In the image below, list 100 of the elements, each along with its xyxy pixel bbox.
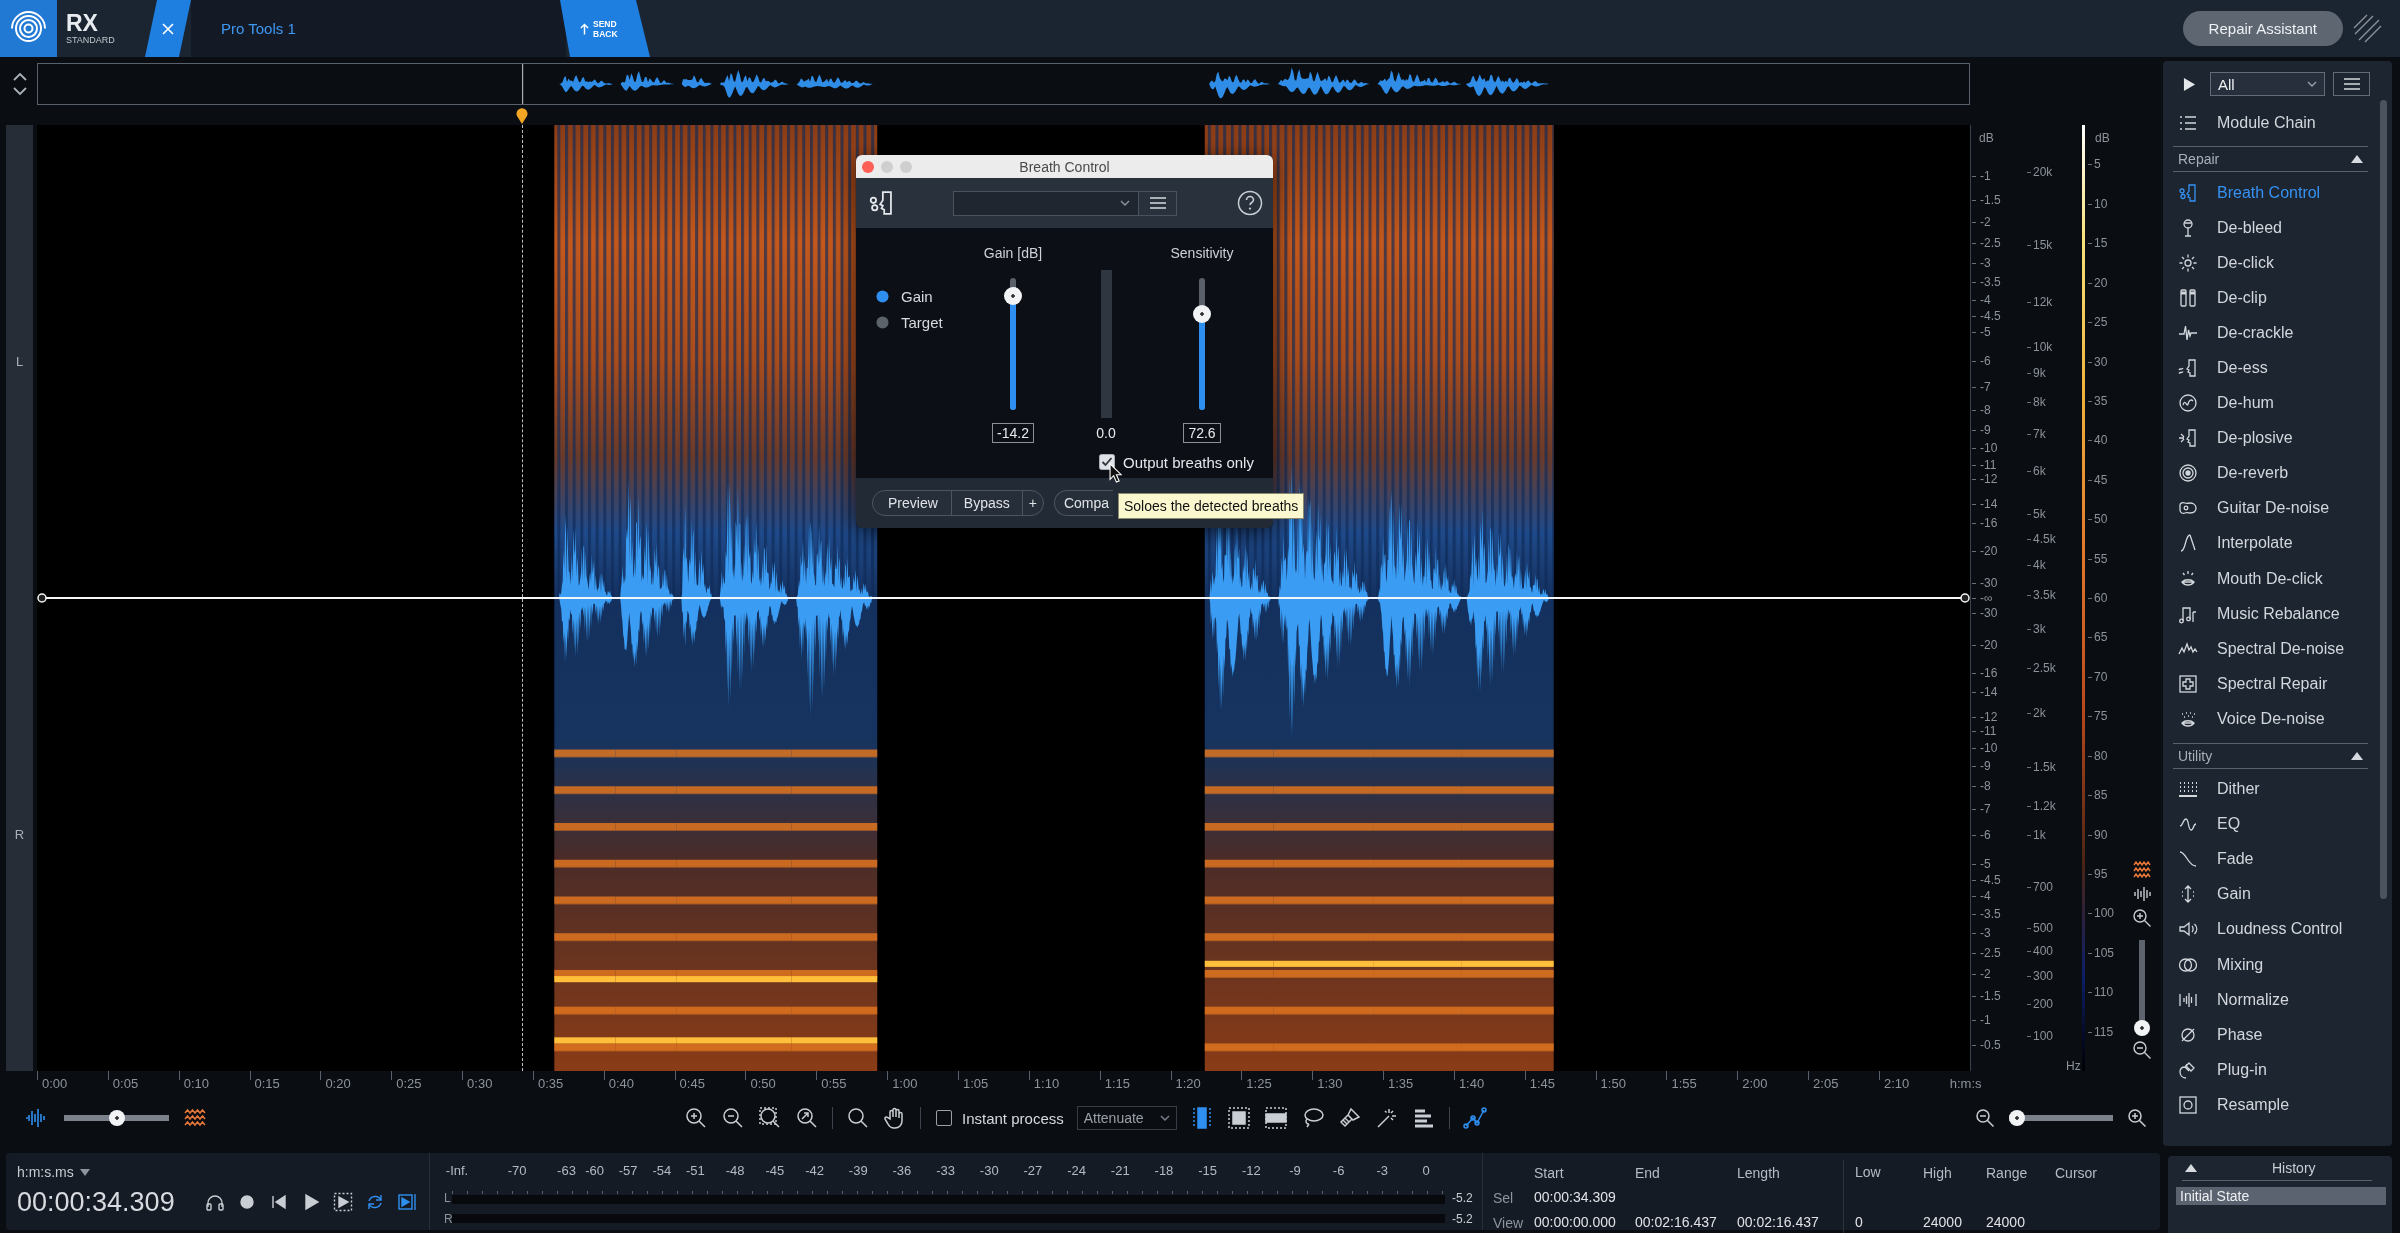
slider-thumb[interactable]: [1004, 287, 1022, 306]
frequency-selection-icon[interactable]: [1263, 1106, 1288, 1130]
chevrons-icon[interactable]: [10, 71, 30, 97]
plus-button[interactable]: +: [1021, 491, 1043, 515]
checkbox[interactable]: [936, 1110, 952, 1126]
triangle-icon[interactable]: [2350, 154, 2364, 164]
module-item[interactable]: Voice De-noise: [2163, 701, 2392, 737]
meter-tick-label: -63: [557, 1163, 576, 1179]
mode-radio[interactable]: Target: [876, 309, 976, 335]
preview-button[interactable]: Preview: [873, 491, 951, 515]
slider-thumb[interactable]: [108, 1110, 125, 1126]
headphones-icon[interactable]: [205, 1192, 225, 1212]
repair-assistant-button[interactable]: Repair Assistant: [2182, 11, 2343, 46]
module-item[interactable]: Interpolate: [2163, 525, 2392, 562]
playhead-marker-icon[interactable]: [516, 108, 528, 124]
window-close-icon[interactable]: [862, 160, 874, 173]
send-back-button[interactable]: SEND BACK: [560, 0, 650, 57]
zoom-out-icon[interactable]: [2132, 1040, 2152, 1060]
module-item[interactable]: Spectral Repair: [2163, 666, 2392, 702]
head-burst-icon: [2178, 428, 2198, 449]
slider-thumb[interactable]: [2134, 1020, 2150, 1036]
amplitude-tick-label: -3: [1980, 256, 1991, 271]
magnifier-icon[interactable]: [846, 1106, 870, 1130]
mode-radio[interactable]: Gain: [876, 283, 976, 309]
help-icon[interactable]: [1237, 190, 1263, 216]
meter-channel-label: L: [443, 1190, 452, 1205]
module-item[interactable]: Mixing: [2163, 946, 2392, 983]
module-chain-item[interactable]: Module Chain: [2163, 105, 2392, 140]
time-tick-label: 2:05: [1813, 1075, 1839, 1092]
pointer-cursor-icon: [1109, 463, 1122, 483]
skip-back-icon[interactable]: [269, 1192, 289, 1212]
module-item[interactable]: Dither: [2163, 771, 2392, 807]
module-item[interactable]: Normalize: [2163, 982, 2392, 1018]
color-tick-label: 10: [2094, 196, 2108, 211]
document-tab[interactable]: Pro Tools 1: [191, 0, 566, 57]
module-item[interactable]: Resample: [2163, 1087, 2392, 1123]
module-item[interactable]: Spectral De-noise: [2163, 631, 2392, 667]
wavy-lines-icon[interactable]: [2132, 860, 2152, 880]
brush-icon[interactable]: [1337, 1106, 1362, 1130]
module-item[interactable]: De-clip: [2163, 280, 2392, 316]
frequency-tick-label: 5k: [2033, 507, 2046, 522]
compare-button[interactable]: Compa: [1053, 490, 1114, 516]
module-item[interactable]: Breath Control: [2163, 175, 2392, 211]
node-line-icon[interactable]: [1462, 1106, 1487, 1130]
module-item[interactable]: De-crackle: [2163, 315, 2392, 351]
module-item[interactable]: De-hum: [2163, 385, 2392, 421]
module-item[interactable]: EQ: [2163, 806, 2392, 842]
waveform-icon[interactable]: [2132, 884, 2152, 904]
loop-icon[interactable]: [365, 1192, 385, 1212]
zoom-selection-icon[interactable]: [758, 1106, 782, 1130]
module-item[interactable]: Loudness Control: [2163, 911, 2392, 947]
bypass-button[interactable]: Bypass: [950, 491, 1022, 515]
record-icon[interactable]: [237, 1192, 257, 1212]
envelope-line[interactable]: [37, 592, 1970, 604]
slider-thumb[interactable]: [2009, 1110, 2026, 1126]
module-item[interactable]: De-reverb: [2163, 455, 2392, 491]
play-icon[interactable]: [2183, 76, 2196, 92]
scrollbar[interactable]: [2380, 100, 2387, 899]
module-item[interactable]: Plug-in: [2163, 1052, 2392, 1088]
module-item[interactable]: Gain: [2163, 876, 2392, 912]
module-item[interactable]: Fade: [2163, 841, 2392, 877]
zoom-out-icon[interactable]: [721, 1106, 745, 1130]
frequency-tick-label: 200: [2033, 997, 2054, 1012]
preset-menu-button[interactable]: [1139, 190, 1177, 216]
sensitivity-value-field[interactable]: 72.6: [1183, 423, 1221, 443]
amplitude-tick-label: -2.5: [1980, 236, 2001, 251]
filter-dropdown[interactable]: All: [2210, 72, 2325, 96]
rectangle-selection-icon[interactable]: [1226, 1106, 1251, 1130]
meter-tick-label: -48: [725, 1163, 745, 1179]
triangle-icon[interactable]: [2184, 1163, 2198, 1173]
module-item[interactable]: Phase: [2163, 1017, 2392, 1053]
color-tick-label: 95: [2094, 866, 2108, 881]
color-tick-label: 100: [2094, 906, 2115, 921]
boxed-play-icon[interactable]: [397, 1192, 417, 1212]
module-item[interactable]: Mouth De-click: [2163, 561, 2392, 597]
zoom-in-icon[interactable]: [2132, 908, 2152, 928]
zoom-in-icon[interactable]: [2127, 1108, 2147, 1128]
color-tick-label: 40: [2094, 433, 2108, 448]
slider-thumb[interactable]: [1193, 304, 1211, 323]
zoom-out-icon[interactable]: [1975, 1108, 1995, 1128]
module-item[interactable]: De-plosive: [2163, 420, 2392, 456]
play-selection-icon[interactable]: [333, 1192, 353, 1212]
module-item[interactable]: De-ess: [2163, 350, 2392, 386]
zoom-in-icon[interactable]: [684, 1106, 708, 1130]
color-tick-label: 85: [2094, 788, 2108, 803]
history-item[interactable]: Initial State: [2176, 1187, 2386, 1205]
module-item[interactable]: De-click: [2163, 245, 2392, 281]
module-item[interactable]: De-bleed: [2163, 210, 2392, 246]
waveform-icon[interactable]: [24, 1106, 48, 1130]
overview-waveform-drawing[interactable]: [37, 63, 1970, 105]
amplitude-tick-label: -8: [1980, 402, 1991, 417]
mode-dropdown[interactable]: Attenuate: [1076, 1106, 1177, 1130]
triangle-icon[interactable]: [2350, 750, 2364, 761]
panel-menu-button[interactable]: [2333, 72, 2370, 96]
time-format-dropdown[interactable]: h:m:s.ms: [17, 1163, 90, 1181]
module-item[interactable]: Music Rebalance: [2163, 596, 2392, 632]
zoom-fit-icon[interactable]: [795, 1106, 819, 1130]
gain-value-field[interactable]: -14.2: [992, 423, 1034, 443]
tab-close-button[interactable]: [145, 0, 191, 57]
module-item[interactable]: Guitar De-noise: [2163, 490, 2392, 526]
